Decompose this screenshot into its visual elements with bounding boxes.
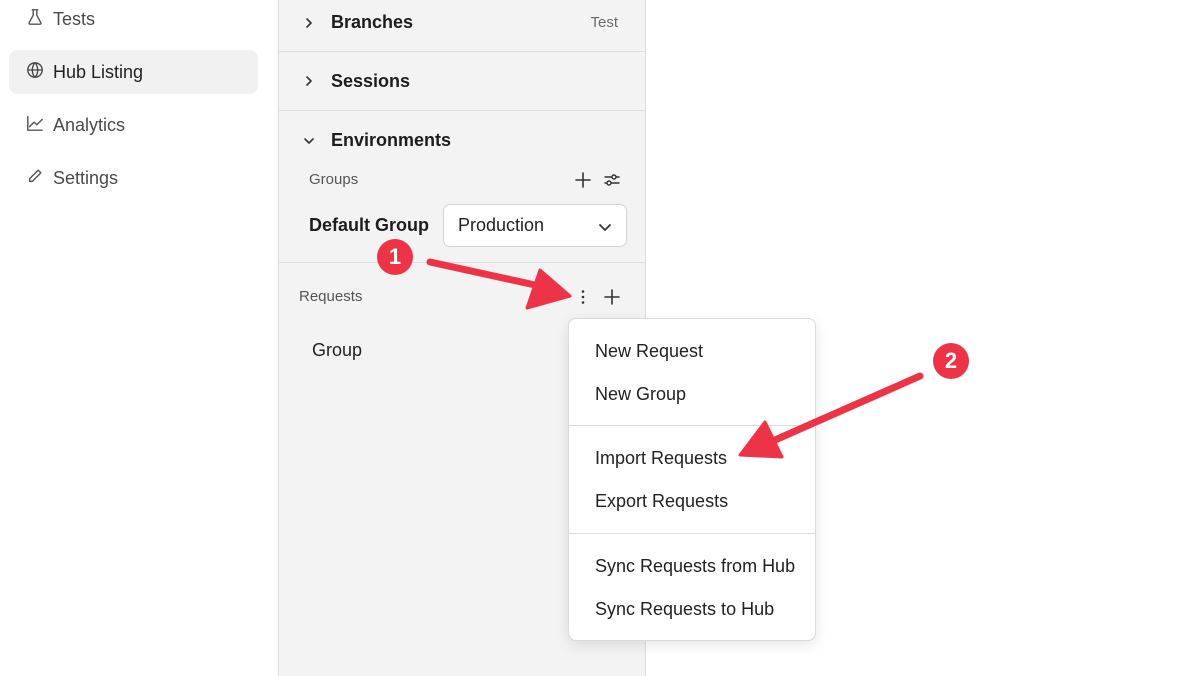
branches-aux-label: Test — [590, 14, 618, 31]
menu-item-export-requests[interactable]: Export Requests — [595, 491, 728, 512]
environment-select-value: Production — [458, 215, 545, 235]
group-settings-button[interactable] — [602, 170, 622, 190]
menu-divider — [569, 425, 815, 426]
sessions-section-header[interactable]: Sessions — [279, 52, 646, 110]
environment-select[interactable]: Production — [443, 204, 627, 247]
requests-options-menu: New Request New Group Import Requests Ex… — [568, 318, 816, 641]
menu-item-import-requests[interactable]: Import Requests — [595, 448, 727, 469]
globe-icon — [26, 61, 44, 84]
nav-item-analytics[interactable]: Analytics — [9, 103, 258, 147]
nav-item-tests[interactable]: Tests — [9, 0, 258, 41]
default-group-label: Default Group — [309, 215, 429, 235]
nav-item-label: Tests — [53, 8, 96, 29]
add-request-button[interactable] — [602, 287, 622, 307]
chevron-right-icon — [306, 76, 312, 86]
chevron-right-icon — [306, 18, 312, 28]
branches-section-header[interactable]: Branches Test — [279, 0, 646, 50]
menu-item-new-group[interactable]: New Group — [595, 384, 686, 405]
left-nav: Tests Hub Listing Analytics Settings — [0, 0, 278, 676]
plus-icon — [575, 172, 591, 188]
groups-label: Groups — [309, 171, 359, 188]
nav-item-label: Analytics — [53, 114, 126, 135]
environments-title: Environments — [331, 130, 452, 150]
annotation-badge-1: 1 — [377, 239, 413, 275]
nav-item-settings[interactable]: Settings — [9, 156, 258, 200]
add-group-button[interactable] — [573, 170, 593, 190]
annotation-badge-2: 2 — [933, 343, 969, 379]
request-group-item[interactable]: Group — [312, 340, 362, 361]
chart-line-icon — [26, 114, 44, 137]
branches-title: Branches — [331, 12, 414, 32]
chevron-down-icon — [599, 224, 611, 231]
requests-label: Requests — [299, 288, 363, 305]
flask-icon — [26, 8, 44, 31]
sliders-icon — [604, 174, 620, 186]
nav-item-label: Settings — [53, 167, 119, 188]
environments-section-header[interactable]: Environments — [279, 111, 646, 169]
divider — [279, 262, 646, 263]
menu-divider — [569, 533, 815, 534]
menu-item-sync-to-hub[interactable]: Sync Requests to Hub — [595, 599, 774, 620]
sessions-title: Sessions — [331, 71, 411, 91]
more-vertical-icon — [581, 290, 585, 304]
nav-item-hub-listing[interactable]: Hub Listing — [9, 50, 258, 94]
chevron-down-icon — [304, 138, 314, 144]
pencil-icon — [26, 167, 44, 190]
plus-icon — [604, 289, 620, 305]
nav-item-label: Hub Listing — [53, 61, 144, 82]
menu-item-new-request[interactable]: New Request — [595, 341, 703, 362]
requests-more-button[interactable] — [573, 287, 593, 307]
menu-item-sync-from-hub[interactable]: Sync Requests from Hub — [595, 556, 795, 577]
